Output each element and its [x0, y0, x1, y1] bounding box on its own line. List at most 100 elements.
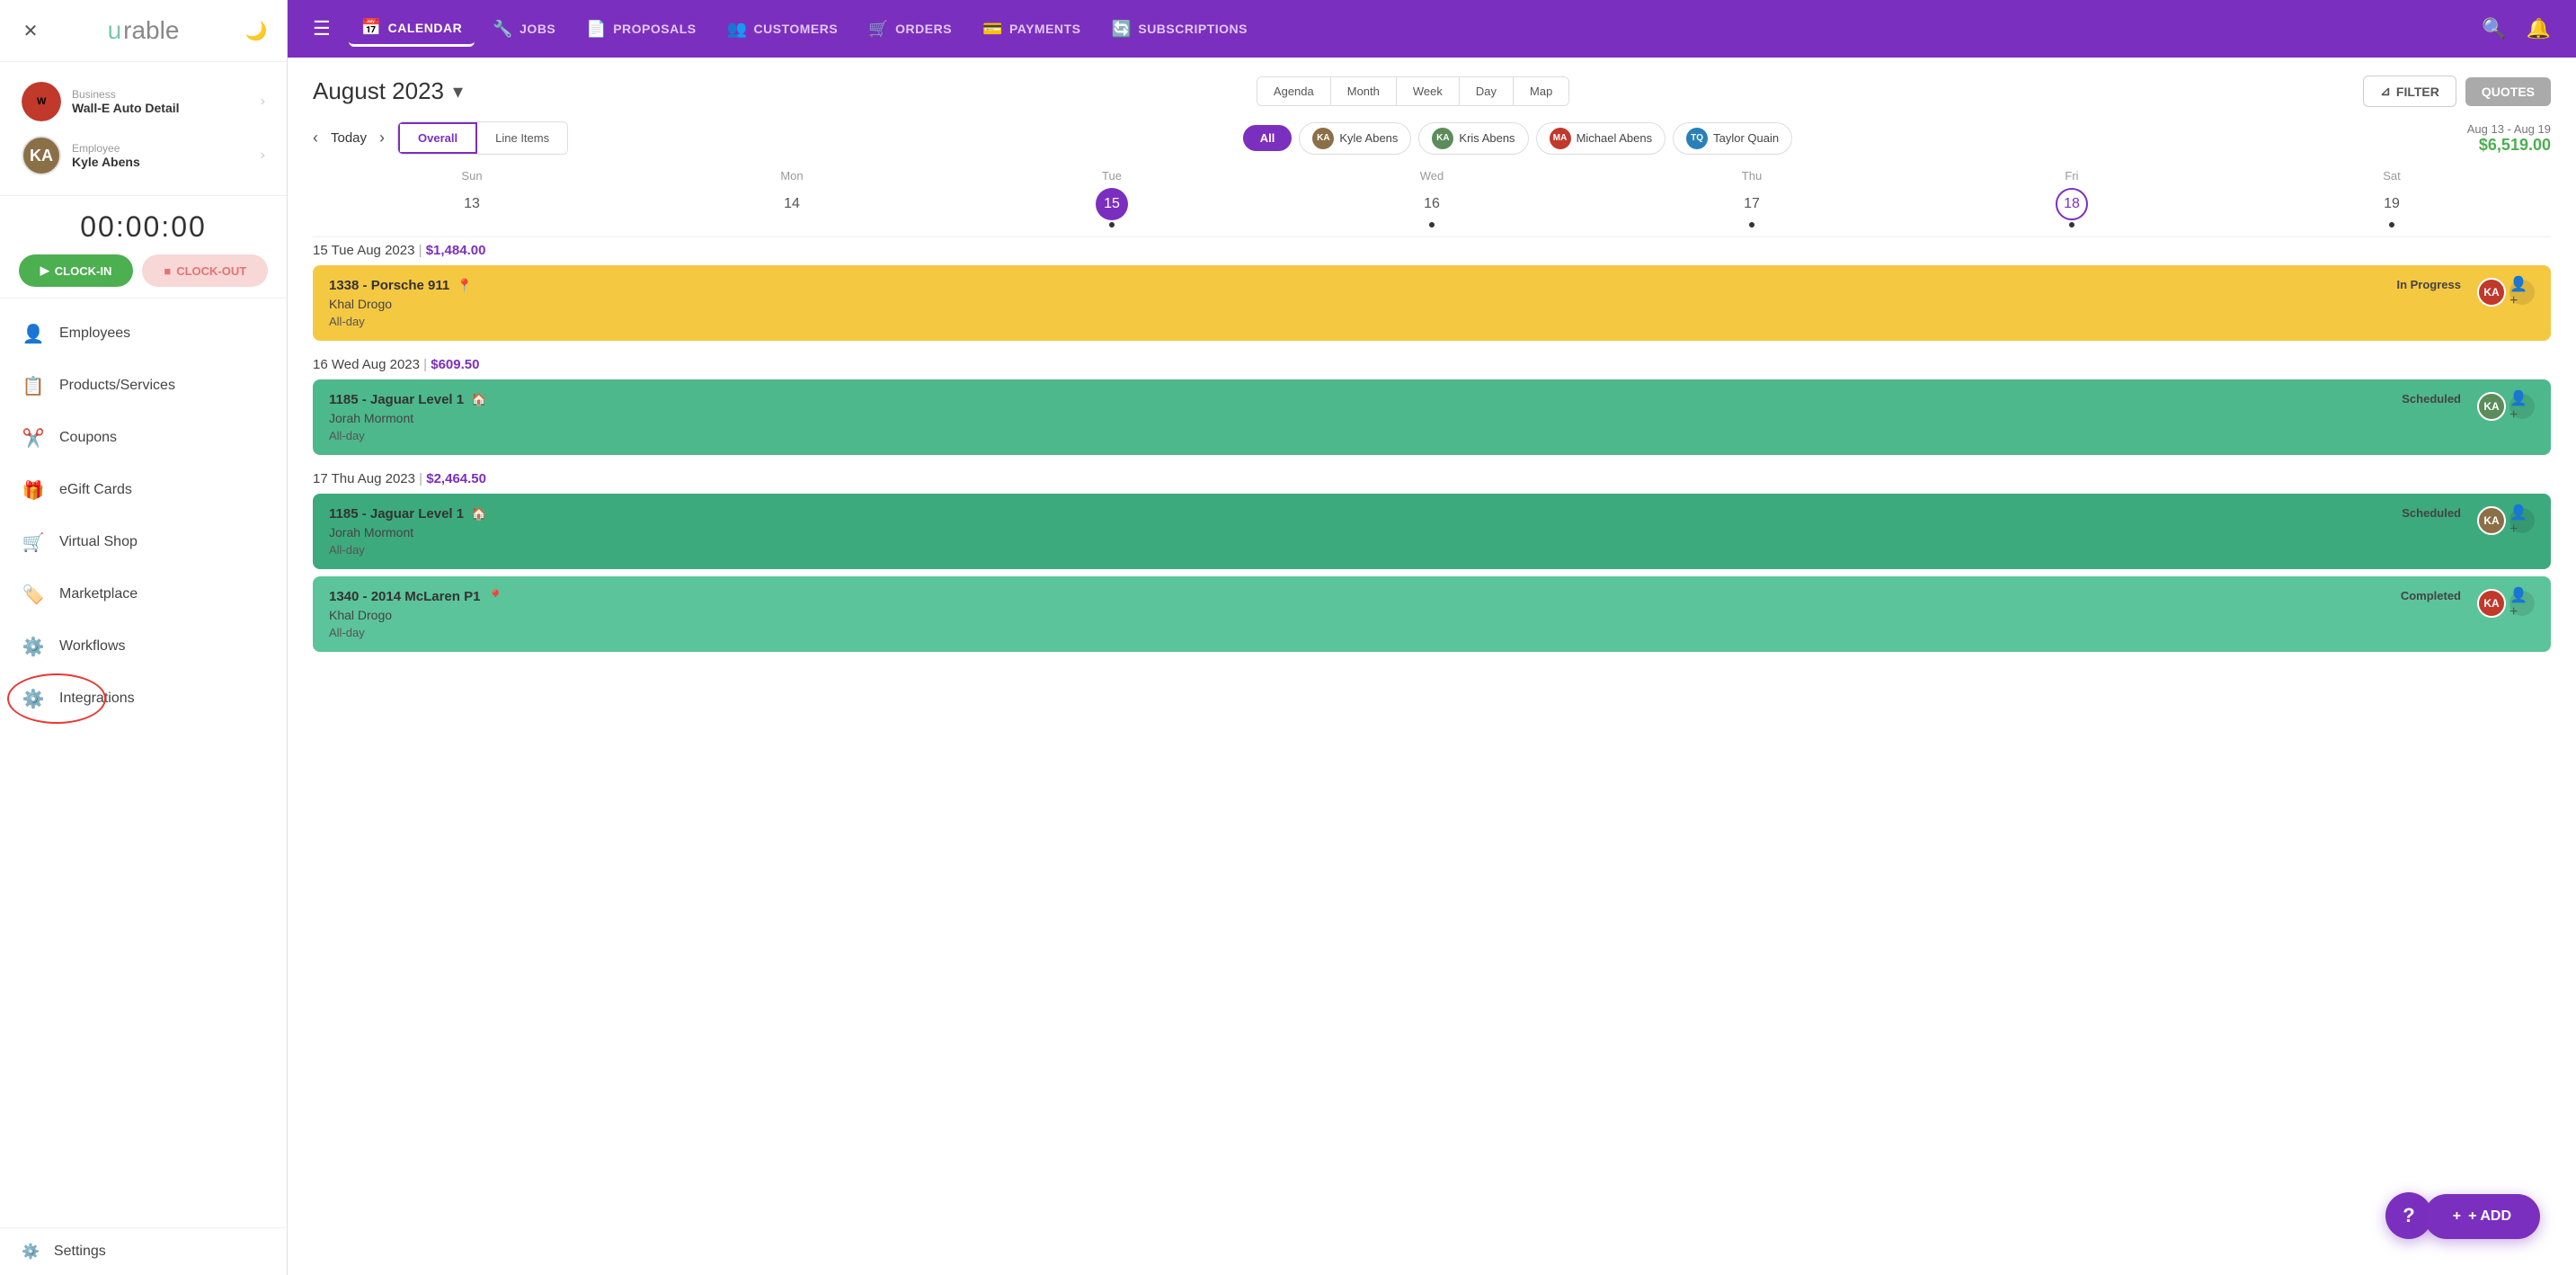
event-customer-1340: Khal Drogo — [329, 608, 2535, 622]
add-person-icon-1340[interactable]: 👤+ — [2509, 591, 2535, 616]
clock-in-button[interactable]: ▶ CLOCK-IN — [19, 254, 134, 287]
sidebar-item-products[interactable]: 📋 Products/Services — [0, 360, 287, 412]
business-account-row[interactable]: W Business Wall-E Auto Detail › — [16, 75, 271, 129]
event-card-1185b[interactable]: 1185 - Jaguar Level 1 🏠 Jorah Mormont Al… — [313, 494, 2551, 569]
map-view-button[interactable]: Map — [1514, 77, 1568, 105]
sidebar-item-coupons[interactable]: ✂️ Coupons — [0, 412, 287, 464]
business-label: Business — [72, 88, 250, 101]
calendar-action-buttons: ⊿ FILTER QUOTES — [2363, 76, 2551, 107]
event-title-1185b: 1185 - Jaguar Level 1 🏠 — [329, 506, 2535, 522]
topnav-proposals[interactable]: 📄 PROPOSALS — [573, 13, 708, 46]
add-person-icon-1185[interactable]: 👤+ — [2509, 394, 2535, 419]
filter-kyle-button[interactable]: KA Kyle Abens — [1299, 122, 1411, 155]
event-card-1185[interactable]: 1185 - Jaguar Level 1 🏠 Jorah Mormont Al… — [313, 379, 2551, 455]
employee-account-row[interactable]: KA Employee Kyle Abens › — [16, 129, 271, 183]
sidebar-item-employees[interactable]: 👤 Employees — [0, 308, 287, 360]
filter-kris-button[interactable]: KA Kris Abens — [1418, 122, 1528, 155]
week-day-num-17[interactable]: 17 — [1736, 188, 1768, 220]
sidebar-item-egift[interactable]: 🎁 eGift Cards — [0, 464, 287, 516]
agenda-view-button[interactable]: Agenda — [1257, 77, 1331, 105]
calendar-month-year: August 2023 — [313, 77, 444, 105]
week-day-num-19[interactable]: 19 — [2376, 188, 2408, 220]
week-view-button[interactable]: Week — [1397, 77, 1460, 105]
add-person-icon-1185b[interactable]: 👤+ — [2509, 508, 2535, 533]
tab-line-items[interactable]: Line Items — [477, 122, 567, 154]
add-event-button[interactable]: + + ADD — [2424, 1194, 2540, 1239]
sidebar-coupons-label: Coupons — [59, 430, 117, 446]
event-time-1340: All-day — [329, 626, 2535, 639]
clock-out-button[interactable]: ■ CLOCK-OUT — [142, 254, 268, 287]
top-navigation: ☰ 📅 CALENDAR 🔧 JOBS 📄 PROPOSALS 👥 CUSTOM… — [288, 0, 2576, 58]
week-day-header-thu: Thu — [1742, 164, 1762, 188]
products-icon: 📋 — [22, 374, 45, 397]
calendar-nav-icon: 📅 — [361, 18, 382, 37]
prev-period-button[interactable]: ‹ — [313, 129, 318, 147]
month-dropdown-button[interactable]: ▾ — [453, 80, 463, 103]
date-amount-aug17: $2,464.50 — [426, 471, 486, 486]
filter-label: FILTER — [2396, 85, 2439, 99]
close-icon[interactable]: ✕ — [18, 18, 43, 43]
week-day-num-15[interactable]: 15 — [1096, 188, 1128, 220]
quotes-button[interactable]: QUOTES — [2465, 77, 2551, 106]
search-button[interactable]: 🔍 — [2474, 10, 2513, 48]
tab-overall[interactable]: Overall — [398, 122, 477, 154]
calendar-area: August 2023 ▾ Agenda Month Week Day Map … — [288, 58, 2576, 1275]
topnav-payments[interactable]: 💳 PAYMENTS — [970, 13, 1093, 46]
employee-info: Employee Kyle Abens — [72, 142, 250, 169]
week-day-num-14[interactable]: 14 — [776, 188, 808, 220]
sidebar-marketplace-label: Marketplace — [59, 586, 138, 602]
topnav-calendar[interactable]: 📅 CALENDAR — [349, 11, 475, 47]
sidebar-item-virtualshop[interactable]: 🛒 Virtual Shop — [0, 516, 287, 568]
week-day-dot-16 — [1429, 222, 1435, 227]
michael-name: Michael Abens — [1577, 131, 1653, 145]
event-avatar-3a: KA — [2477, 506, 2506, 535]
add-person-icon-1338[interactable]: 👤+ — [2509, 280, 2535, 305]
today-button[interactable]: Today — [331, 130, 367, 146]
play-icon: ▶ — [40, 263, 49, 278]
filter-taylor-button[interactable]: TQ Taylor Quain — [1673, 122, 1792, 155]
sidebar-item-integrations[interactable]: ⚙️ Integrations — [0, 673, 287, 725]
month-view-button[interactable]: Month — [1331, 77, 1397, 105]
week-day-num-13[interactable]: 13 — [456, 188, 488, 220]
settings-icon: ⚙️ — [22, 1243, 40, 1261]
topnav-jobs[interactable]: 🔧 JOBS — [480, 13, 568, 46]
topnav-orders-label: ORDERS — [895, 22, 952, 36]
day-view-button[interactable]: Day — [1460, 77, 1514, 105]
sidebar-employees-label: Employees — [59, 325, 130, 342]
moon-icon[interactable]: 🌙 — [244, 18, 269, 43]
event-avatar-4a: KA — [2477, 589, 2506, 618]
sidebar: ✕ u rable 🌙 W Business Wall-E Auto Detai… — [0, 0, 288, 1275]
event-status-1340: Completed — [2401, 589, 2461, 602]
topnav-customers[interactable]: 👥 CUSTOMERS — [715, 13, 851, 46]
notifications-button[interactable]: 🔔 — [2519, 10, 2558, 48]
date-header-aug15: 15 Tue Aug 2023 | $1,484.00 — [313, 243, 2551, 258]
next-period-button[interactable]: › — [379, 129, 385, 147]
week-day-num-18[interactable]: 18 — [2056, 188, 2088, 220]
sidebar-item-marketplace[interactable]: 🏷️ Marketplace — [0, 568, 287, 620]
integrations-icon: ⚙️ — [22, 687, 45, 710]
sidebar-item-workflows[interactable]: ⚙️ Workflows — [0, 620, 287, 673]
week-col-sun: Sun 13 — [313, 164, 631, 227]
location-icon-1185: 🏠 — [471, 392, 486, 407]
week-day-header-mon: Mon — [780, 164, 803, 188]
employee-name: Kyle Abens — [72, 155, 250, 169]
week-col-tue: Tue 15 — [953, 164, 1271, 227]
date-label-aug15: 15 Tue Aug 2023 — [313, 243, 414, 258]
week-day-num-16[interactable]: 16 — [1416, 188, 1448, 220]
filter-all-button[interactable]: All — [1243, 125, 1292, 151]
event-avatar-1: KA — [2477, 278, 2506, 307]
event-card-1338[interactable]: 1338 - Porsche 911 📍 Khal Drogo All-day … — [313, 265, 2551, 341]
hamburger-menu-button[interactable]: ☰ — [306, 10, 338, 48]
week-day-header-tue: Tue — [1102, 164, 1122, 188]
filter-button[interactable]: ⊿ FILTER — [2363, 76, 2456, 107]
sidebar-item-settings[interactable]: ⚙️ Settings — [0, 1227, 287, 1275]
sidebar-virtualshop-label: Virtual Shop — [59, 534, 138, 550]
settings-label: Settings — [54, 1244, 106, 1260]
michael-avatar: MA — [1550, 128, 1571, 149]
topnav-jobs-label: JOBS — [520, 22, 555, 36]
event-time-1338: All-day — [329, 315, 2535, 328]
filter-michael-button[interactable]: MA Michael Abens — [1536, 122, 1666, 155]
topnav-orders[interactable]: 🛒 ORDERS — [856, 13, 964, 46]
event-card-1340[interactable]: 1340 - 2014 McLaren P1 📍 Khal Drogo All-… — [313, 576, 2551, 652]
topnav-subscriptions[interactable]: 🔄 SUBSCRIPTIONS — [1098, 13, 1260, 46]
